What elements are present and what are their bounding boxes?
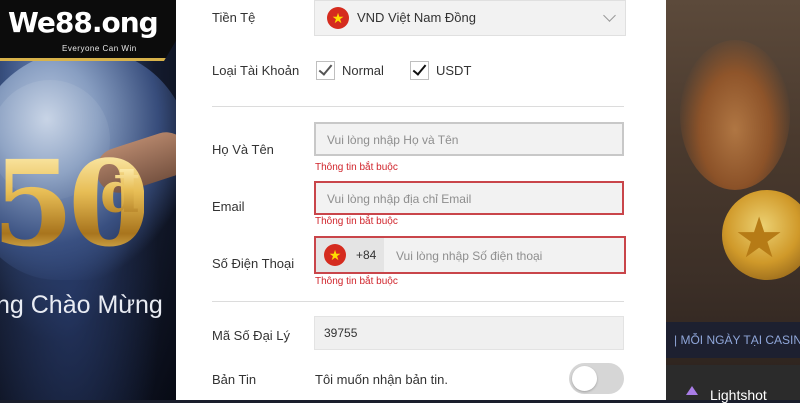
currency-value: VND Việt Nam Đồng [357, 10, 476, 25]
newsletter-toggle[interactable] [569, 363, 624, 394]
country-code-select[interactable]: ★ +84 [316, 238, 384, 272]
registration-form: Tiền Tệ ★ VND Việt Nam Đồng Loại Tài Kho… [176, 0, 666, 400]
currency-label: Tiền Tệ [212, 10, 256, 25]
full-name-field[interactable] [314, 122, 626, 156]
logo-text: We88.ong [8, 6, 159, 39]
logo-tagline: Everyone Can Win [62, 44, 137, 53]
full-name-error: Thông tin bắt buộc [315, 162, 398, 173]
promo-ticker: | MỖI NGÀY TẠI CASINO [666, 322, 800, 358]
full-name-label: Họ Và Tên [212, 142, 274, 157]
country-code: +84 [356, 248, 377, 262]
welcome-text: ng Chào Mừng [0, 291, 163, 319]
lightshot-label: Lightshot [710, 387, 767, 403]
agent-code-value: 39755 [324, 326, 358, 340]
email-input[interactable] [325, 183, 626, 215]
section-divider [212, 301, 624, 302]
phone-error: Thông tin bắt buộc [315, 276, 398, 287]
usdt-label[interactable]: USDT [436, 63, 471, 78]
agent-code-label: Mã Số Đại Lý [212, 328, 291, 343]
phone-field[interactable]: ★ +84 [314, 236, 626, 274]
phone-label: Số Điện Thoại [212, 256, 295, 271]
dong-sign: đ [100, 160, 140, 226]
newsletter-label: Bản Tin [212, 372, 257, 387]
normal-label[interactable]: Normal [342, 63, 384, 78]
usdt-checkbox[interactable] [410, 61, 429, 80]
full-name-input[interactable] [325, 124, 626, 156]
account-type-label: Loại Tài Khoản [212, 63, 300, 78]
star-icon: ★ [734, 206, 785, 269]
normal-checkbox[interactable] [316, 61, 335, 80]
email-label: Email [212, 199, 245, 214]
agent-code-field[interactable]: 39755 [314, 316, 624, 350]
phone-input[interactable] [394, 238, 623, 274]
email-error: Thông tin bắt buộc [315, 216, 398, 227]
section-divider [212, 106, 624, 107]
newsletter-text: Tôi muốn nhận bản tin. [315, 372, 448, 387]
check-icon [412, 61, 427, 76]
chevron-down-icon [603, 9, 616, 22]
lightshot-icon [686, 386, 698, 395]
toggle-knob [572, 366, 597, 391]
vietnam-flag-icon: ★ [327, 7, 349, 29]
check-icon [318, 61, 333, 76]
vietnam-flag-icon: ★ [324, 244, 346, 266]
currency-select[interactable]: ★ VND Việt Nam Đồng [314, 0, 626, 36]
email-field[interactable] [314, 181, 626, 215]
guitar-image [680, 40, 790, 190]
